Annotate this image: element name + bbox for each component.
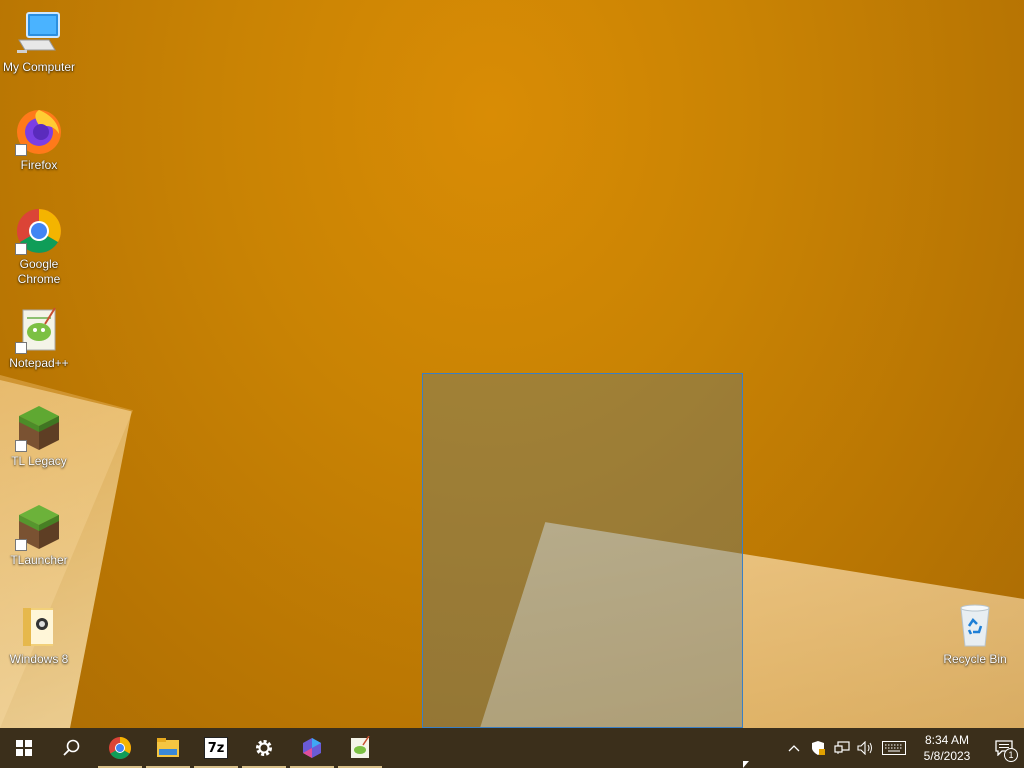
taskbar-clock[interactable]: 8:34 AM 5/8/2023 bbox=[916, 732, 978, 764]
computer-icon bbox=[15, 10, 63, 58]
desktop-icon-label: Notepad++ bbox=[9, 356, 69, 370]
system-tray: 8:34 AM 5/8/2023 1 bbox=[782, 728, 1024, 768]
start-button[interactable] bbox=[0, 728, 48, 768]
notepadpp-icon bbox=[15, 306, 63, 354]
shortcut-arrow-icon bbox=[15, 440, 27, 452]
desktop-icon-chrome[interactable]: Google Chrome bbox=[0, 207, 78, 287]
selection-rectangle bbox=[422, 373, 743, 728]
show-hidden-icons-button[interactable] bbox=[782, 728, 806, 768]
gear-icon bbox=[256, 740, 272, 756]
shortcut-arrow-icon bbox=[15, 144, 27, 156]
desktop-icon-tlauncher[interactable]: TLauncher bbox=[0, 503, 78, 568]
tray-keyboard[interactable] bbox=[878, 728, 910, 768]
desktop-icon-notepadpp[interactable]: Notepad++ bbox=[0, 306, 78, 371]
desktop-icon-label: Google Chrome bbox=[17, 257, 61, 286]
desktop-icon-my-computer[interactable]: My Computer bbox=[0, 10, 78, 75]
minecraft-grass-icon bbox=[15, 503, 63, 551]
mouse-cursor bbox=[743, 761, 749, 768]
desktop-icon-label: TLauncher bbox=[10, 553, 68, 567]
desktop-icon-tl-legacy[interactable]: TL Legacy bbox=[0, 404, 78, 469]
notification-badge: 1 bbox=[1004, 748, 1018, 762]
recycle-bin-icon bbox=[951, 602, 999, 650]
chrome-icon bbox=[15, 207, 63, 255]
chrome-icon bbox=[109, 737, 131, 759]
taskbar-settings[interactable] bbox=[240, 728, 288, 768]
search-button[interactable] bbox=[48, 728, 96, 768]
speaker-icon bbox=[857, 741, 872, 755]
seven-zip-label: 7z bbox=[207, 740, 225, 756]
network-icon bbox=[834, 741, 850, 754]
hexagon-app-icon bbox=[303, 738, 321, 758]
security-shield-icon bbox=[812, 741, 825, 755]
desktop-icon-windows-8[interactable]: Windows 8 bbox=[0, 602, 78, 667]
notepadpp-icon bbox=[351, 736, 370, 758]
folder-icon bbox=[15, 602, 63, 650]
windows-logo-icon bbox=[16, 740, 32, 756]
action-center-button[interactable]: 1 bbox=[984, 728, 1024, 768]
search-icon bbox=[63, 739, 80, 756]
minecraft-grass-icon bbox=[15, 404, 63, 452]
clock-date: 5/8/2023 bbox=[923, 749, 971, 763]
keyboard-icon bbox=[882, 741, 906, 755]
file-explorer-icon bbox=[157, 738, 179, 757]
tray-security[interactable] bbox=[806, 728, 830, 768]
tray-volume[interactable] bbox=[854, 728, 878, 768]
clock-time: 8:34 AM bbox=[924, 733, 970, 747]
desktop-icon-label: TL Legacy bbox=[11, 454, 67, 468]
taskbar-app[interactable] bbox=[288, 728, 336, 768]
taskbar: 7z 8:34 AM 5/8/2023 1 bbox=[0, 728, 1024, 768]
desktop-icon-label: Windows 8 bbox=[9, 652, 69, 666]
taskbar-file-explorer[interactable] bbox=[144, 728, 192, 768]
desktop-icon-label: Recycle Bin bbox=[943, 652, 1007, 666]
desktop-icon-label: My Computer bbox=[2, 60, 76, 74]
shortcut-arrow-icon bbox=[15, 243, 27, 255]
firefox-icon bbox=[15, 108, 63, 156]
desktop-icon-label: Firefox bbox=[20, 158, 58, 172]
shortcut-arrow-icon bbox=[15, 342, 27, 354]
taskbar-chrome[interactable] bbox=[96, 728, 144, 768]
tray-network[interactable] bbox=[830, 728, 854, 768]
desktop-icon-recycle-bin[interactable]: Recycle Bin bbox=[936, 602, 1014, 667]
taskbar-notepad[interactable] bbox=[336, 728, 384, 768]
chevron-up-icon bbox=[788, 745, 800, 752]
shortcut-arrow-icon bbox=[15, 539, 27, 551]
desktop-icon-firefox[interactable]: Firefox bbox=[0, 108, 78, 173]
taskbar-7zip[interactable]: 7z bbox=[192, 728, 240, 768]
seven-zip-icon: 7z bbox=[204, 737, 228, 759]
